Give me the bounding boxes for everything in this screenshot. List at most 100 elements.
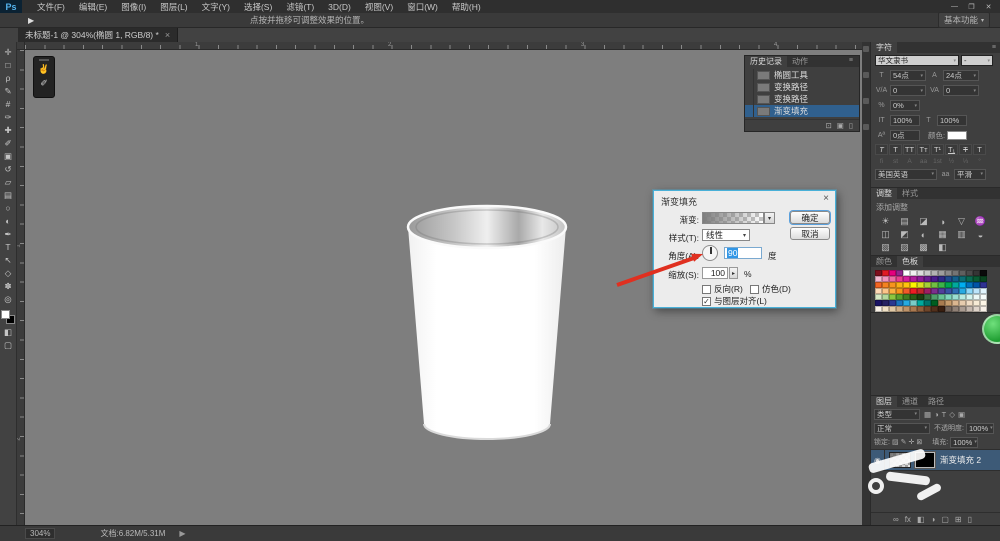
layers-footer-icon[interactable]: ▯	[968, 515, 972, 524]
history-source-well[interactable]	[745, 93, 754, 105]
close-tab-icon[interactable]: ×	[165, 30, 170, 40]
dock-icon[interactable]	[863, 72, 869, 78]
checkbox-checked[interactable]: ✓	[702, 297, 711, 306]
tool-icon[interactable]: ✑	[1, 111, 16, 124]
menu-item[interactable]: 滤镜(T)	[279, 1, 321, 13]
gradient-layer-thumbnail[interactable]	[889, 452, 911, 468]
opentype-button[interactable]: 1st	[931, 157, 944, 167]
adjustment-icon[interactable]: ☀	[876, 215, 895, 228]
status-popup-arrow-icon[interactable]: ▶	[179, 529, 185, 538]
menu-item[interactable]: 帮助(H)	[445, 1, 488, 13]
type-style-button[interactable]: T	[973, 144, 986, 155]
adjustment-icon[interactable]: ▽	[952, 215, 971, 228]
dither-checkbox[interactable]: 仿色(D)	[750, 283, 791, 295]
type-style-button[interactable]: T	[889, 144, 902, 155]
panel-tab[interactable]: 动作	[787, 56, 813, 67]
checkbox[interactable]	[702, 285, 711, 294]
font-style-select[interactable]: -▾	[961, 55, 993, 66]
align-with-layer-checkbox[interactable]: ✓ 与图层对齐(L)	[702, 295, 767, 307]
tool-icon[interactable]: ▱	[1, 176, 16, 189]
layer-filter-icon[interactable]: ▦	[924, 410, 931, 419]
history-state-row[interactable]: 渐变填充	[745, 105, 859, 117]
tool-icon[interactable]: ▤	[1, 189, 16, 202]
type-style-button[interactable]: T¹	[931, 144, 944, 155]
tool-icon[interactable]: #	[1, 98, 16, 111]
menu-item[interactable]: 3D(D)	[321, 2, 358, 12]
opentype-button[interactable]: ⅓	[959, 157, 972, 167]
cancel-button[interactable]: 取消	[790, 227, 830, 240]
adjustment-icon[interactable]: ▥	[952, 228, 971, 241]
tool-icon[interactable]: ◐	[1, 215, 16, 228]
gradient-preview[interactable]	[702, 212, 764, 224]
horizontal-scale-field[interactable]: 100%	[937, 115, 967, 126]
tool-icon[interactable]: ▣	[1, 150, 16, 163]
adjustment-icon[interactable]: ♒	[971, 215, 990, 228]
tool-icon[interactable]: ✽	[1, 280, 16, 293]
history-state-row[interactable]: 变换路径	[745, 93, 859, 105]
layer-filter-icon[interactable]: ▣	[958, 410, 965, 419]
history-state-row[interactable]: 椭圆工具	[745, 69, 859, 81]
style-select[interactable]: 线性 ▾	[702, 229, 750, 241]
panel-tab[interactable]: 色板	[897, 256, 923, 267]
lock-icon[interactable]: ✛	[908, 438, 914, 446]
font-size-field[interactable]: 54点▾	[890, 70, 926, 81]
history-footer-icon[interactable]: ⊡	[825, 121, 831, 130]
panel-tab[interactable]: 图层	[871, 396, 897, 407]
menu-item[interactable]: 窗口(W)	[400, 1, 445, 13]
history-footer-icon[interactable]: ▯	[849, 121, 853, 130]
opentype-button[interactable]: st	[889, 157, 902, 167]
adjustment-icon[interactable]: ◑	[933, 215, 952, 228]
layers-footer-icon[interactable]: fx	[905, 515, 911, 524]
panel-menu-icon[interactable]: ≡	[849, 57, 857, 64]
window-control-button[interactable]: —	[947, 1, 962, 12]
zoom-level-field[interactable]: 304%	[25, 528, 55, 539]
opentype-button[interactable]: aa	[917, 157, 930, 167]
adjustment-icon[interactable]: ◩	[895, 228, 914, 241]
type-style-button[interactable]: TT	[903, 144, 916, 155]
baseline-shift-field[interactable]: 0点	[890, 130, 920, 141]
workspace-switcher[interactable]: 基本功能 ▾	[938, 12, 990, 28]
layer-filter-icon[interactable]: ◑	[934, 410, 939, 419]
panel-tab[interactable]: 通道	[897, 396, 923, 407]
history-source-well[interactable]	[745, 105, 754, 117]
opentype-button[interactable]: A	[903, 157, 916, 167]
dock-icon[interactable]	[863, 124, 869, 130]
dock-icon[interactable]	[863, 46, 869, 52]
history-footer-icon[interactable]: ▣	[837, 121, 844, 130]
lock-icon[interactable]: ✎	[901, 438, 907, 446]
lock-icon[interactable]: ▨	[892, 438, 899, 446]
adjustment-icon[interactable]: ▤	[895, 215, 914, 228]
layers-footer-icon[interactable]: ∞	[893, 515, 899, 524]
menu-item[interactable]: 图像(I)	[114, 1, 153, 13]
tool-icon[interactable]: ✚	[1, 124, 16, 137]
panel-tab[interactable]: 调整	[871, 188, 897, 199]
tool-icon[interactable]: T	[1, 241, 16, 254]
foreground-background-colors[interactable]	[1, 310, 15, 324]
close-icon[interactable]: ×	[823, 193, 829, 204]
visibility-eye-icon[interactable]: ◉	[871, 449, 885, 471]
glove-icon[interactable]: ✌	[38, 64, 49, 75]
language-select[interactable]: 美国英语▾	[875, 169, 937, 180]
fill-field[interactable]: 100%▾	[950, 437, 978, 448]
menu-item[interactable]: 选择(S)	[237, 1, 279, 13]
lock-icon[interactable]: ⊠	[916, 438, 922, 446]
layers-footer-icon[interactable]: ⊞	[955, 515, 962, 524]
panel-tab[interactable]: 路径	[923, 396, 949, 407]
type-style-button[interactable]: T	[875, 144, 888, 155]
angle-input[interactable]: 90	[724, 247, 762, 259]
tool-icon[interactable]: □	[1, 59, 16, 72]
scale-spinner-icon[interactable]: ▸	[729, 267, 738, 279]
history-source-well[interactable]	[745, 69, 754, 81]
window-control-button[interactable]: ✕	[981, 1, 996, 12]
layer-name[interactable]: 渐变填充 2	[940, 454, 981, 466]
slice-icon[interactable]: ✐	[40, 78, 48, 89]
tracking-field[interactable]: 0▾	[943, 85, 979, 96]
layer-mask-thumbnail[interactable]	[915, 452, 935, 468]
tool-icon[interactable]: ↖	[1, 254, 16, 267]
floating-mini-toolbar[interactable]: ✌ ✐	[33, 56, 55, 98]
drag-handle[interactable]	[39, 59, 49, 61]
tool-icon[interactable]: ◎	[1, 293, 16, 306]
adjustment-icon[interactable]: ◐	[914, 228, 933, 241]
adjustment-icon[interactable]: ◪	[914, 215, 933, 228]
history-source-well[interactable]	[745, 81, 754, 93]
